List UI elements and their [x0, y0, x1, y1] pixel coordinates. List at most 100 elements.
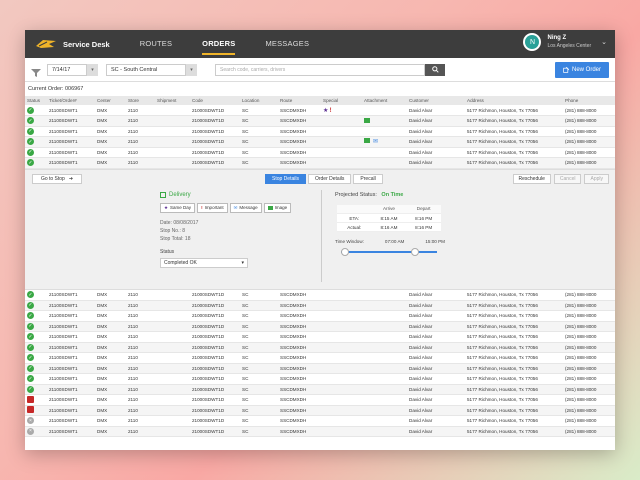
table-row[interactable]: ✓ 21100SDWT1 DMX 2110 21000SDWT1D SC SSCDMXDH D… [25, 352, 615, 364]
time-window-end: 15:00 PM [425, 239, 445, 244]
tab-precall[interactable]: Precall [353, 173, 383, 184]
nav-orders[interactable]: ORDERS [202, 30, 236, 58]
table-row[interactable]: ✓ 21100SDWT1 DMX 2110 21000SDWT1D SC SSCDMXDH D… [25, 342, 615, 353]
table-row[interactable]: ✓ 21100SDWT1 DMX 2110 21000SDWT1D SC SSCDMXDH D… [25, 321, 615, 332]
tag-image[interactable]: Image [263, 202, 292, 213]
cell-ticket: 21100SDWT1 [47, 126, 95, 137]
cell-attachment: ✉ [362, 136, 407, 148]
cell-customer: David Alvar [407, 426, 465, 437]
tag-message[interactable]: ✉ Message [229, 202, 262, 213]
check-circle-icon: ✓ [27, 127, 34, 135]
cell-code: 21000SDWT1D [190, 310, 240, 322]
table-row[interactable]: ✓ 21100SDWT1 DMX 2110 21000SDWT1D SC SSCDMXDH D… [25, 373, 615, 385]
region-dropdown-icon[interactable]: ▾ [186, 63, 197, 76]
apply-button[interactable]: Apply [584, 173, 609, 184]
column-header[interactable]: Customer [407, 96, 465, 105]
column-header[interactable]: Location [240, 96, 278, 105]
cell-store: 2110 [126, 405, 155, 416]
reschedule-button[interactable]: Reschedule [512, 173, 551, 184]
table-row[interactable]: ✓ 21100SDWT1 DMX 2110 21000SDWT1D SC SSCDMXDH D… [25, 157, 615, 169]
new-order-button[interactable]: New Order [555, 62, 609, 78]
table-row[interactable]: × 21100SDWT1 DMX 2110 21000SDWT1D SC SSCDMXDH D… [25, 426, 615, 437]
slider-start-handle[interactable] [341, 248, 349, 256]
column-header[interactable]: Address [465, 96, 563, 105]
cell-shipment [155, 394, 190, 406]
region-select[interactable]: SC - South Central [106, 63, 186, 76]
status-select[interactable]: Completed OK ▾ [160, 257, 248, 268]
search-button[interactable] [425, 63, 445, 76]
mail-icon[interactable]: ✉ [373, 139, 378, 145]
image-icon[interactable] [364, 138, 370, 144]
table-row[interactable]: × 21100SDWT1 DMX 2110 21000SDWT1D SC SSCDMXDH D… [25, 415, 615, 427]
table-row[interactable]: ✓ 21100SDWT1 DMX 2110 21000SDWT1D SC SSCDMXDH ✉… [25, 136, 615, 148]
column-header[interactable]: Ticket/Order# [47, 96, 95, 105]
user-menu[interactable]: N Ning Z Los Angeles Center ⌄ [523, 33, 607, 51]
date-field[interactable]: 7/14/17 [47, 63, 87, 76]
cell-shipment [155, 310, 190, 322]
table-row[interactable]: ✓ 21100SDWT1 DMX 2110 21000SDWT1D SC SSCDMXDH D… [25, 126, 615, 137]
column-header[interactable]: Route [278, 96, 321, 105]
table-row[interactable]: ✓ 21100SDWT1 DMX 2110 21000SDWT1D SC SSCDMXDH D… [25, 115, 615, 127]
table-row[interactable]: ✓ 21100SDWT1 DMX 2110 21000SDWT1D SC SSCDMXDH ★… [25, 105, 615, 116]
eta-arrive: 8:15 AM [371, 213, 407, 223]
column-header[interactable]: Store [126, 96, 155, 105]
cell-center: DMX [95, 331, 126, 343]
table-row[interactable]: 21100SDWT1 DMX 2110 21000SDWT1D SC SSCDMXDH Da… [25, 405, 615, 416]
tab-order-details[interactable]: Order Details [307, 173, 352, 184]
image-icon[interactable] [364, 117, 370, 123]
new-order-icon [563, 67, 569, 73]
filter-icon[interactable] [31, 65, 41, 77]
cancel-button[interactable]: Cancel [553, 173, 582, 184]
column-header[interactable]: Special [321, 96, 362, 105]
column-header[interactable]: Attachment [362, 96, 407, 105]
column-header[interactable]: Status [25, 96, 47, 105]
time-col-depart: Depart [406, 204, 441, 214]
search-input[interactable]: Search code, carriers, drivers [215, 63, 425, 76]
cell-route: SSCDMXDH [278, 342, 321, 353]
cell-store: 2110 [126, 310, 155, 322]
nav-messages[interactable]: MESSAGES [265, 30, 309, 58]
cell-ticket: 21100SDWT1 [47, 426, 95, 437]
cell-store: 2110 [126, 415, 155, 427]
cell-ticket: 21100SDWT1 [47, 331, 95, 343]
tag-same-day[interactable]: ★ Same Day [160, 202, 196, 213]
cell-code: 21000SDWT1D [190, 300, 240, 311]
column-header[interactable]: Center [95, 96, 126, 105]
column-header[interactable]: Phone [563, 96, 615, 105]
tab-stop-details[interactable]: Stop Details [265, 173, 306, 184]
column-header[interactable]: Shipment [155, 96, 190, 105]
cell-attachment [362, 405, 407, 416]
cell-customer: David Alvar [407, 352, 465, 364]
delivery-checkbox[interactable] [160, 191, 166, 198]
cell-code: 21000SDWT1D [190, 115, 240, 127]
stop-number: Stop No.: 8 [160, 227, 186, 234]
nav-routes[interactable]: ROUTES [140, 30, 172, 58]
avatar[interactable]: N [523, 33, 542, 51]
filter-toolbar: 7/14/17 ▾ SC - South Central ▾ Search co… [25, 58, 615, 82]
table-row[interactable]: ✓ 21100SDWT1 DMX 2110 21000SDWT1D SC SSCDMXDH D… [25, 147, 615, 158]
date-dropdown-icon[interactable]: ▾ [87, 63, 98, 76]
check-circle-icon: ✓ [27, 106, 34, 114]
column-header[interactable]: Code [190, 96, 240, 105]
cell-ticket: 21100SDWT1 [47, 415, 95, 427]
table-row[interactable]: ✓ 21100SDWT1 DMX 2110 21000SDWT1D SC SSCDMXDH D… [25, 300, 615, 311]
table-row[interactable]: 21100SDWT1 DMX 2110 21000SDWT1D SC SSCDMXDH Da… [25, 394, 615, 406]
check-circle-icon: ✓ [27, 301, 34, 309]
table-row[interactable]: ✓ 21100SDWT1 DMX 2110 21000SDWT1D SC SSCDMXDH D… [25, 384, 615, 395]
table-row[interactable]: ✓ 21100SDWT1 DMX 2110 21000SDWT1D SC SSCDMXDH D… [25, 289, 615, 301]
tag-important[interactable]: ! Important [197, 202, 228, 213]
table-row[interactable]: ✓ 21100SDWT1 DMX 2110 21000SDWT1D SC SSCDMXDH D… [25, 331, 615, 343]
time-window-slider[interactable] [341, 247, 437, 257]
slider-end-handle[interactable] [411, 248, 420, 256]
cell-code: 21000SDWT1D [190, 352, 240, 364]
cell-location: SC [240, 331, 278, 343]
table-row[interactable]: ✓ 21100SDWT1 DMX 2110 21000SDWT1D SC SSCDMXDH D… [25, 363, 615, 374]
cell-address: 5177 Richmon, Houston, Tx 77056 [465, 105, 563, 116]
table-row[interactable]: ✓ 21100SDWT1 DMX 2110 21000SDWT1D SC SSCDMXDH D… [25, 310, 615, 322]
chevron-down-icon[interactable]: ⌄ [601, 38, 607, 46]
cell-customer: David Alvar [407, 126, 465, 137]
cell-shipment [155, 405, 190, 416]
cell-special [321, 157, 362, 169]
go-to-stop-button[interactable]: Go to Stop ➜ [32, 173, 82, 184]
cell-status: ✓ [25, 331, 47, 343]
